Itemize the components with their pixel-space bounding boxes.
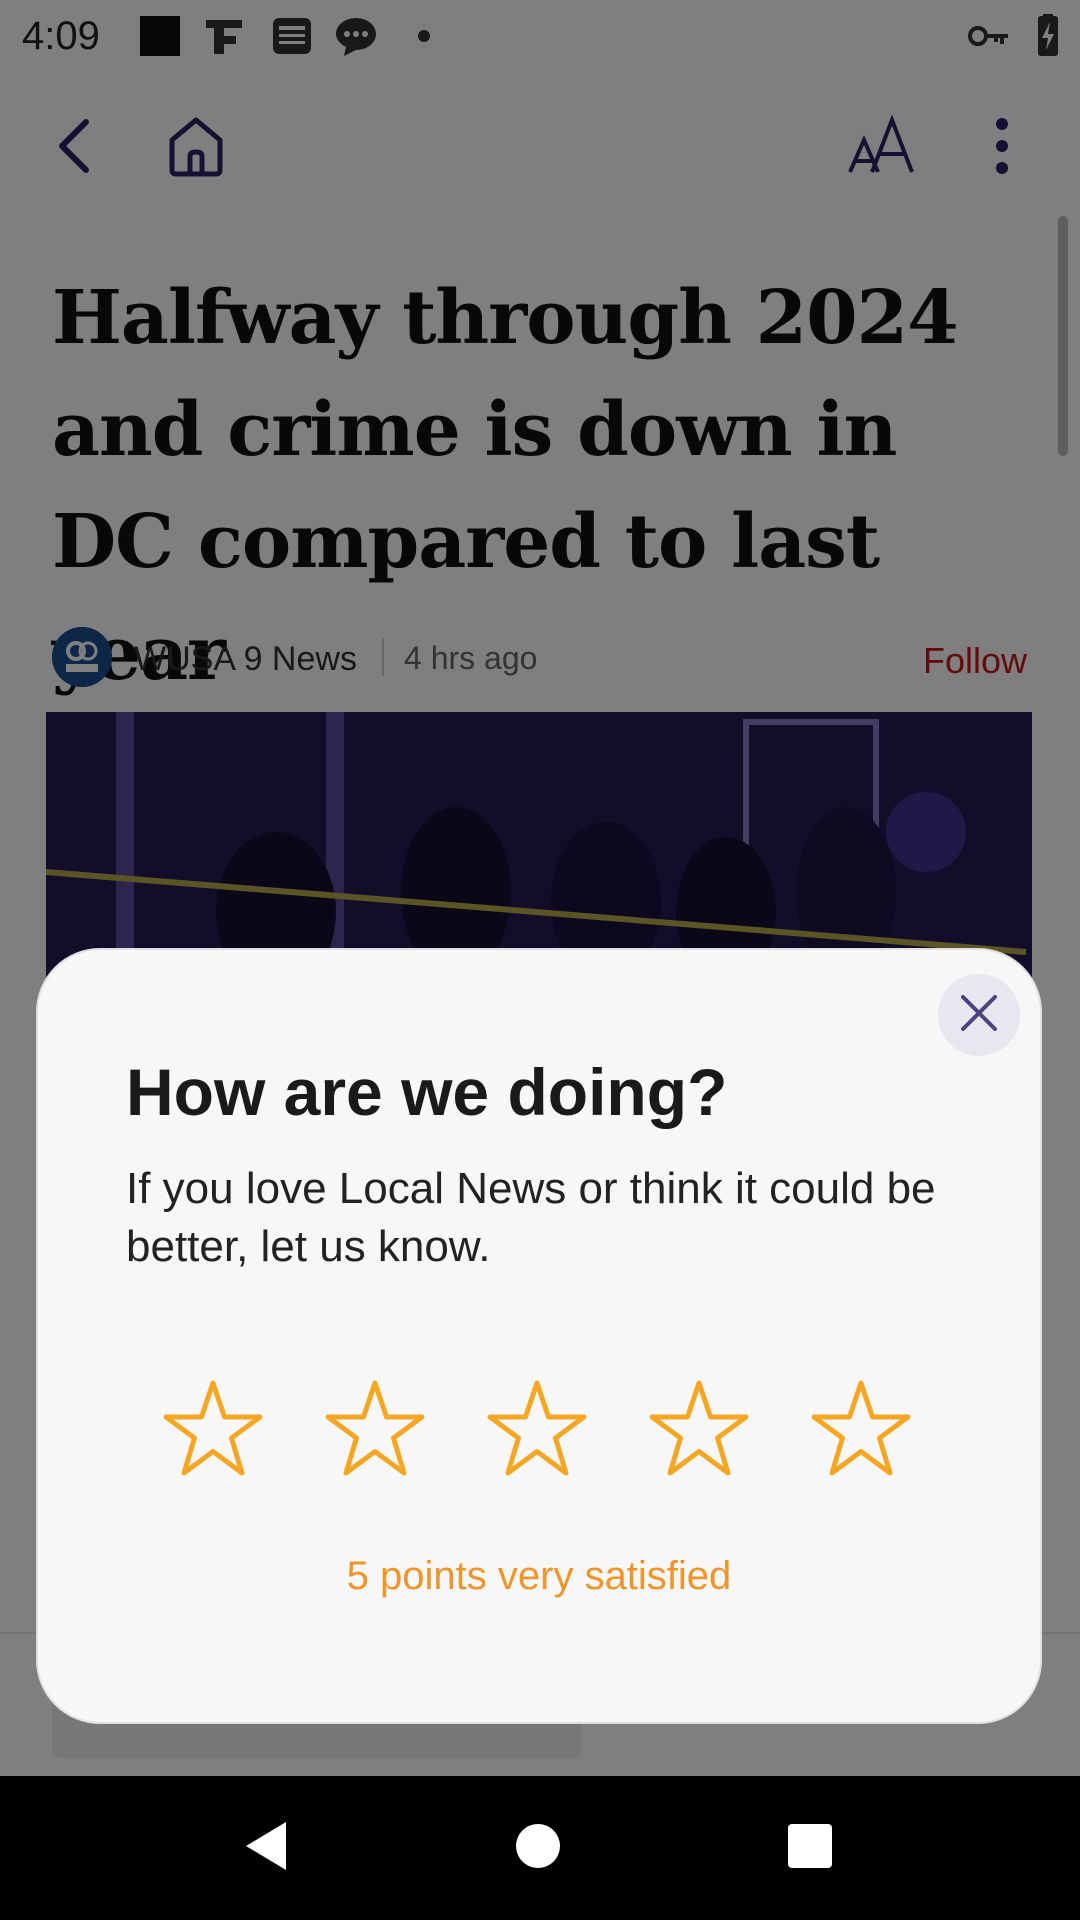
nav-home-icon (514, 1822, 562, 1875)
star-5-button[interactable] (806, 1376, 916, 1486)
star-outline-icon (161, 1379, 265, 1484)
dialog-title: How are we doing? (126, 1055, 728, 1129)
star-4-button[interactable] (644, 1376, 754, 1486)
nav-recents-icon (786, 1822, 834, 1875)
star-outline-icon (809, 1379, 913, 1484)
rating-dialog: How are we doing? If you love Local News… (36, 948, 1042, 1724)
close-dialog-button[interactable] (938, 974, 1020, 1056)
nav-recents-button[interactable] (774, 1812, 846, 1884)
nav-home-button[interactable] (502, 1812, 574, 1884)
star-1-button[interactable] (158, 1376, 268, 1486)
star-rating (158, 1376, 958, 1486)
screen: 4:09 (0, 0, 1080, 1920)
star-outline-icon (485, 1379, 589, 1484)
dialog-message: If you love Local News or think it could… (126, 1164, 936, 1271)
close-icon (959, 993, 999, 1038)
nav-back-icon (240, 1818, 292, 1879)
star-2-button[interactable] (320, 1376, 430, 1486)
star-outline-icon (647, 1379, 751, 1484)
system-navigation-bar (0, 1776, 1080, 1920)
nav-back-button[interactable] (230, 1812, 302, 1884)
star-outline-icon (323, 1379, 427, 1484)
rating-caption: 5 points very satisfied (346, 1554, 732, 1598)
star-3-button[interactable] (482, 1376, 592, 1486)
